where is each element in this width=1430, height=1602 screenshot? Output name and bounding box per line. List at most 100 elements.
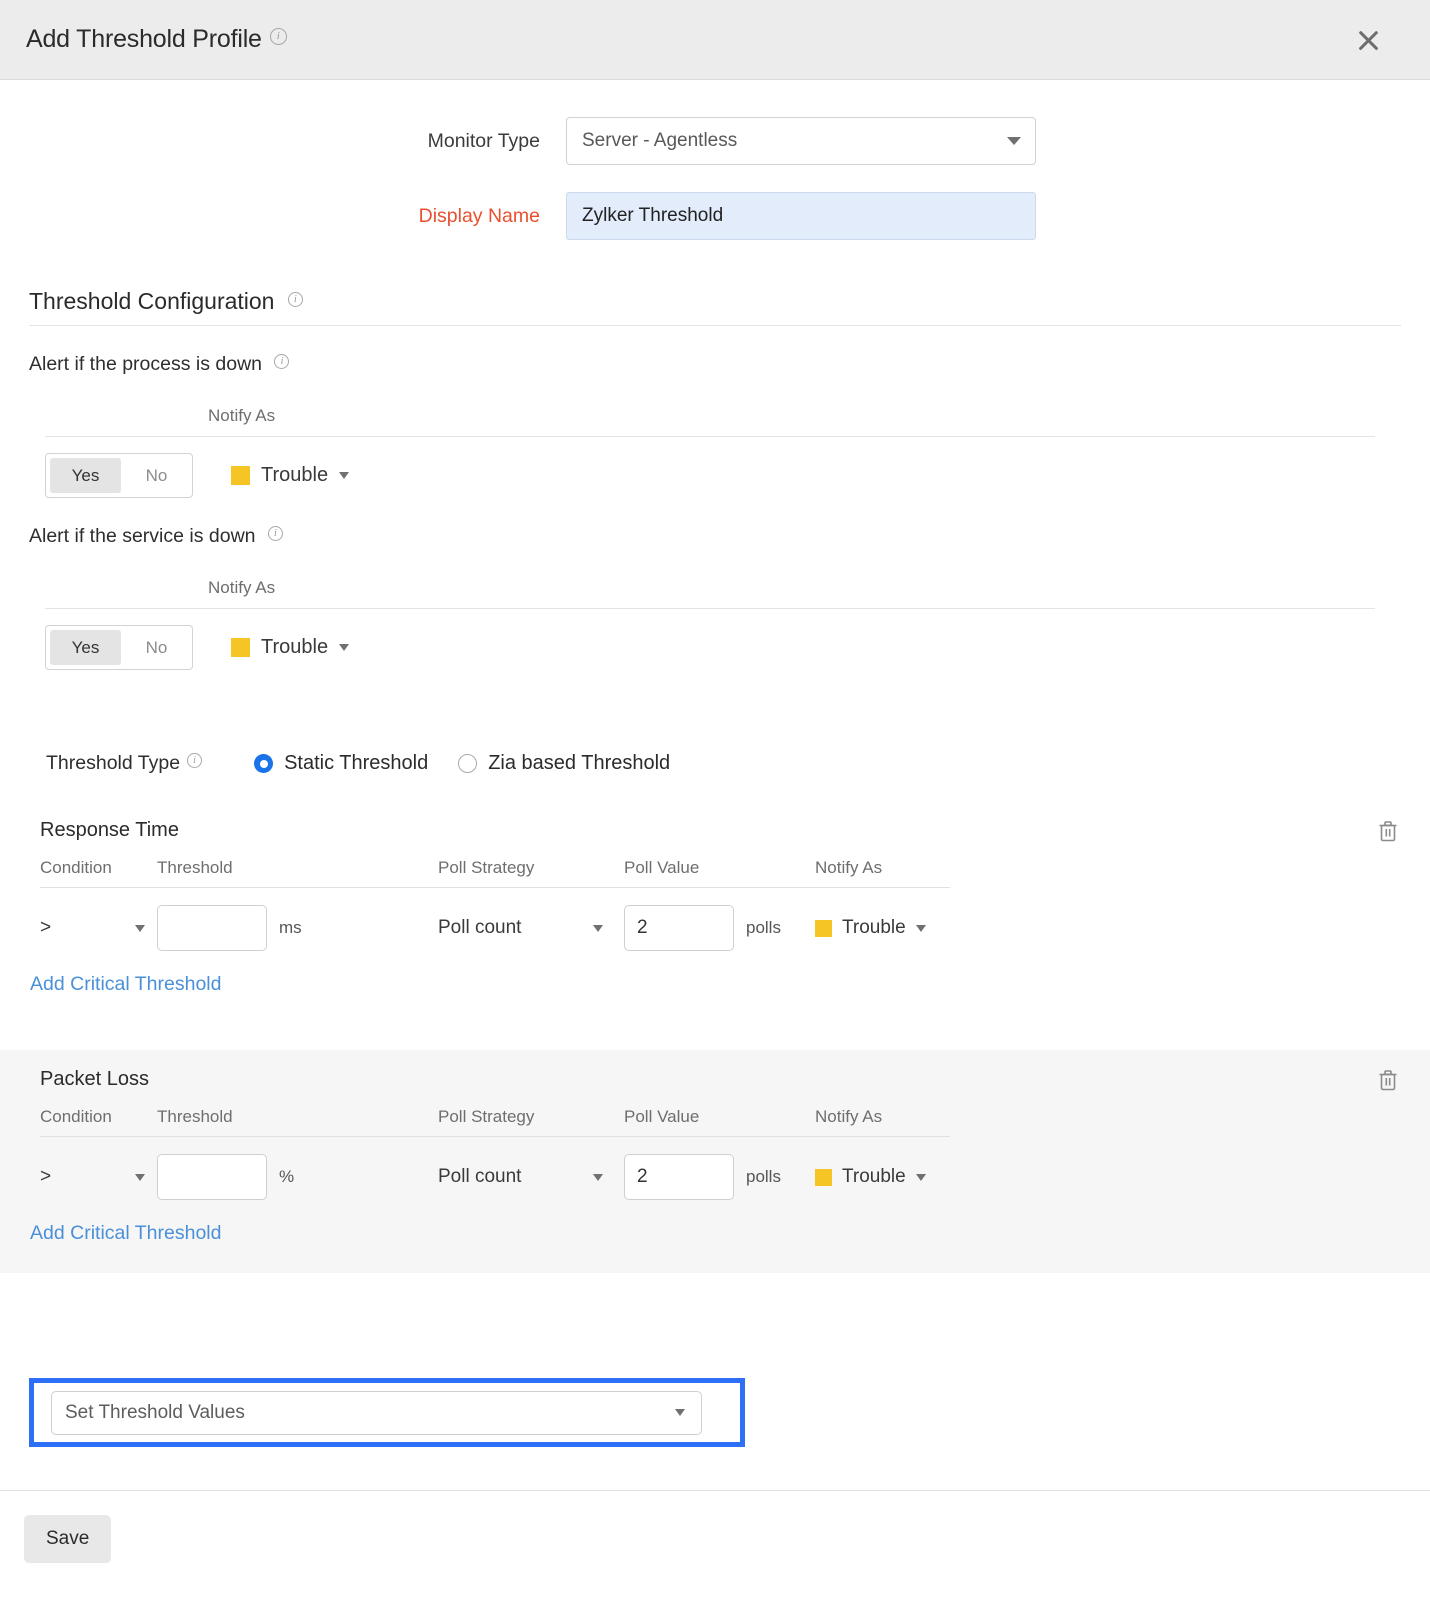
- add-critical-threshold-link[interactable]: Add Critical Threshold: [0, 1222, 221, 1245]
- column-header-notify-as: Notify As: [815, 1107, 965, 1127]
- modal-footer: Save: [0, 1490, 1430, 1563]
- chevron-down-icon: [1007, 137, 1021, 145]
- alert-process-down-label: Alert if the process is down i: [29, 353, 1401, 376]
- threshold-type-radio-group: Static Threshold Zia based Threshold: [254, 752, 670, 775]
- threshold-type-label: Threshold Type: [46, 752, 180, 775]
- table-row: > % Poll count polls Trouble: [0, 1154, 1430, 1200]
- poll-value-unit: polls: [746, 1167, 781, 1187]
- chevron-down-icon: [339, 472, 349, 479]
- set-threshold-values-select[interactable]: Set Threshold Values: [51, 1391, 702, 1435]
- column-header-threshold: Threshold: [157, 858, 438, 878]
- radio-zia-based-threshold[interactable]: Zia based Threshold: [458, 752, 670, 775]
- metric-column-headers: Condition Threshold Poll Strategy Poll V…: [0, 1107, 1430, 1136]
- column-header-notify-as: Notify As: [815, 858, 965, 878]
- info-icon[interactable]: i: [268, 526, 283, 541]
- severity-swatch-icon: [231, 638, 250, 657]
- trash-icon[interactable]: [1377, 819, 1399, 843]
- toggle-no[interactable]: No: [121, 626, 192, 669]
- notify-as-select[interactable]: Trouble: [815, 1166, 965, 1188]
- alert-process-down-controls: Yes No Trouble: [29, 453, 1401, 498]
- toggle-no[interactable]: No: [121, 454, 192, 497]
- monitor-type-value: Server - Agentless: [582, 130, 737, 152]
- condition-value: >: [40, 917, 51, 939]
- divider: [40, 887, 950, 888]
- close-icon[interactable]: [1352, 24, 1384, 56]
- threshold-unit: ms: [279, 918, 302, 938]
- alert-block-service-down: Alert if the service is down i Notify As…: [29, 525, 1401, 670]
- alert-service-down-toggle[interactable]: Yes No: [45, 625, 193, 670]
- metric-name: Packet Loss: [0, 1068, 1430, 1091]
- monitor-type-row: Monitor Type Server - Agentless: [0, 117, 1430, 165]
- poll-strategy-select[interactable]: Poll count: [438, 1166, 603, 1188]
- info-icon[interactable]: i: [288, 292, 303, 307]
- radio-icon-selected[interactable]: [254, 754, 273, 773]
- chevron-down-icon: [675, 1409, 685, 1416]
- threshold-configuration-title: Threshold Configuration i: [29, 288, 1401, 315]
- severity-swatch-icon: [815, 920, 832, 937]
- alert-service-down-controls: Yes No Trouble: [29, 625, 1401, 670]
- modal-header: Add Threshold Profile i: [0, 0, 1430, 80]
- display-name-row: Display Name: [0, 192, 1430, 240]
- metric-column-headers: Condition Threshold Poll Strategy Poll V…: [0, 858, 1430, 887]
- threshold-input[interactable]: [157, 1154, 267, 1200]
- poll-value-input[interactable]: [624, 905, 734, 951]
- notify-as-value: Trouble: [842, 1166, 906, 1188]
- alert-block-process-down: Alert if the process is down i Notify As…: [29, 353, 1401, 498]
- notify-as-header: Notify As: [208, 406, 275, 426]
- notify-as-header-row: Notify As: [29, 578, 1401, 608]
- info-icon[interactable]: i: [270, 28, 287, 45]
- severity-swatch-icon: [815, 1169, 832, 1186]
- monitor-type-select[interactable]: Server - Agentless: [566, 117, 1036, 165]
- alert-service-down-notify-select[interactable]: Trouble: [231, 636, 349, 659]
- info-icon[interactable]: i: [274, 354, 289, 369]
- threshold-type-row: Threshold Type i Static Threshold Zia ba…: [29, 752, 1401, 775]
- condition-select[interactable]: >: [40, 1166, 145, 1188]
- notify-as-value: Trouble: [261, 464, 328, 487]
- toggle-yes[interactable]: Yes: [50, 630, 121, 665]
- notify-as-select[interactable]: Trouble: [815, 917, 965, 939]
- set-threshold-values-highlight: Set Threshold Values: [29, 1378, 745, 1447]
- poll-value-unit: polls: [746, 918, 781, 938]
- chevron-down-icon: [339, 644, 349, 651]
- chevron-down-icon: [135, 1174, 145, 1181]
- table-row: > ms Poll count polls Trouble: [0, 905, 1430, 951]
- radio-static-threshold[interactable]: Static Threshold: [254, 752, 428, 775]
- add-critical-threshold-link[interactable]: Add Critical Threshold: [0, 973, 221, 996]
- chevron-down-icon: [916, 925, 926, 932]
- column-header-condition: Condition: [40, 858, 157, 878]
- poll-value-input[interactable]: [624, 1154, 734, 1200]
- trash-icon[interactable]: [1377, 1068, 1399, 1092]
- alert-process-down-notify-select[interactable]: Trouble: [231, 464, 349, 487]
- condition-value: >: [40, 1166, 51, 1188]
- divider: [40, 1136, 950, 1137]
- radio-icon[interactable]: [458, 754, 477, 773]
- metric-panel-response-time: Response Time Condition Threshold Poll S…: [0, 801, 1430, 1024]
- column-header-poll-value: Poll Value: [624, 858, 815, 878]
- alert-service-down-label: Alert if the service is down i: [29, 525, 1401, 548]
- notify-as-header-row: Notify As: [29, 406, 1401, 436]
- column-header-poll-strategy: Poll Strategy: [438, 1107, 624, 1127]
- threshold-configuration-section: Threshold Configuration i Alert if the p…: [0, 288, 1430, 775]
- alert-label-text: Alert if the service is down: [29, 525, 256, 547]
- save-button[interactable]: Save: [24, 1515, 111, 1563]
- toggle-yes[interactable]: Yes: [50, 458, 121, 493]
- column-header-threshold: Threshold: [157, 1107, 438, 1127]
- page-title: Add Threshold Profile: [26, 25, 262, 54]
- monitor-type-label: Monitor Type: [0, 130, 566, 153]
- divider: [29, 325, 1401, 326]
- chevron-down-icon: [593, 925, 603, 932]
- condition-select[interactable]: >: [40, 917, 145, 939]
- divider: [45, 608, 1375, 609]
- column-header-condition: Condition: [40, 1107, 157, 1127]
- poll-strategy-select[interactable]: Poll count: [438, 917, 603, 939]
- chevron-down-icon: [916, 1174, 926, 1181]
- display-name-input[interactable]: [566, 192, 1036, 240]
- chevron-down-icon: [593, 1174, 603, 1181]
- threshold-configuration-title-text: Threshold Configuration: [29, 288, 274, 314]
- top-form: Monitor Type Server - Agentless Display …: [0, 80, 1430, 240]
- threshold-unit: %: [279, 1167, 294, 1187]
- notify-as-value: Trouble: [842, 917, 906, 939]
- info-icon[interactable]: i: [187, 753, 202, 768]
- threshold-input[interactable]: [157, 905, 267, 951]
- alert-process-down-toggle[interactable]: Yes No: [45, 453, 193, 498]
